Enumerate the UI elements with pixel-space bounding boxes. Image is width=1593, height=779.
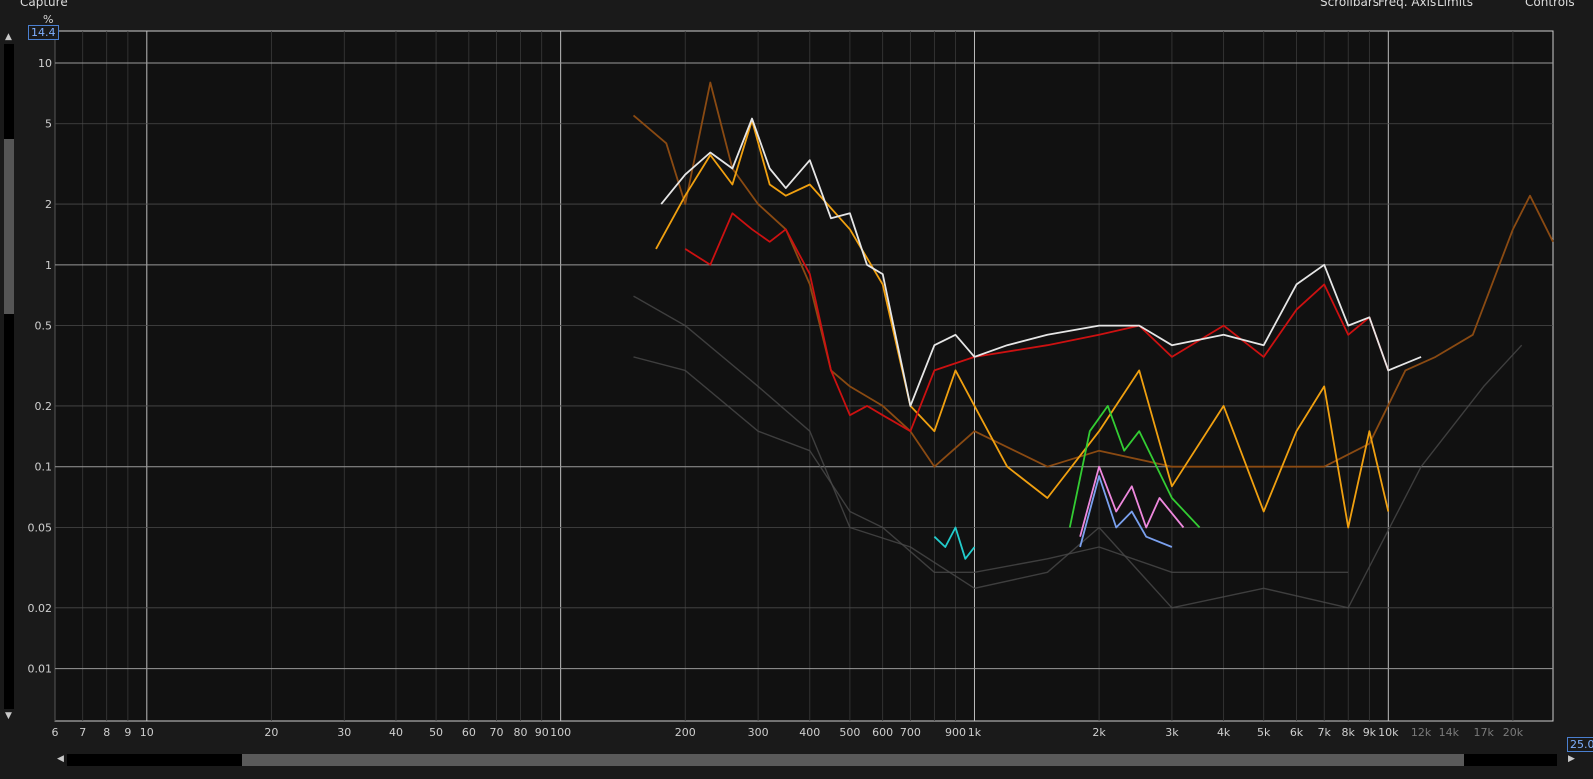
x-tick-label: 70	[490, 726, 504, 739]
x-tick-label: 8k	[1342, 726, 1356, 739]
horizontal-scrollbar[interactable]	[67, 754, 1557, 766]
x-tick-label: 4k	[1217, 726, 1231, 739]
y-tick-label: 0.02	[28, 602, 53, 615]
x-tick-label: 60	[462, 726, 476, 739]
y-tick-label: 0.01	[28, 663, 53, 676]
y-tick-label: 2	[45, 198, 52, 211]
x-tick-label: 7k	[1318, 726, 1332, 739]
y-tick-label: 0.5	[35, 320, 53, 333]
plot-area	[54, 30, 1554, 722]
x-tick-label: 8	[103, 726, 110, 739]
x-tick-label: 9k	[1363, 726, 1377, 739]
scroll-left-icon[interactable]: ◀	[57, 754, 64, 764]
x-tick-label: 50	[429, 726, 443, 739]
x-tick-label: 30	[337, 726, 351, 739]
x-tick-label: 80	[514, 726, 528, 739]
y-tick-label: 0.05	[28, 521, 53, 534]
scroll-down-icon[interactable]: ▼	[5, 711, 12, 721]
bottom-panel	[0, 770, 1593, 779]
x-tick-label: 10	[140, 726, 154, 739]
horizontal-scroll-thumb[interactable]	[242, 754, 1464, 766]
x-tick-label: 2k	[1092, 726, 1106, 739]
y-tick-label: 10	[38, 57, 52, 70]
x-tick-label: 90	[535, 726, 549, 739]
x-tick-label: 7	[79, 726, 86, 739]
vertical-scrollbar[interactable]	[4, 44, 14, 709]
x-tick-label: 100	[550, 726, 571, 739]
x-tick-label: 200	[675, 726, 696, 739]
y-tick-label: 0.1	[35, 461, 53, 474]
x-tick-label: 1k	[968, 726, 982, 739]
distortion-chart: 10 5 2 1 0.5 0.2 0.1 0.05 0.02 0.01 6 7 8 9 10 20 30 40 50…	[28, 30, 1554, 739]
x-tick-label: 12k	[1411, 726, 1432, 739]
x-tick-label: 20k	[1503, 726, 1524, 739]
vertical-scroll-thumb[interactable]	[4, 139, 14, 314]
y-axis-top-value[interactable]: 14.4	[28, 25, 59, 40]
x-tick-label: 17k	[1473, 726, 1494, 739]
x-tick-label: 600	[872, 726, 893, 739]
x-tick-label: 5k	[1257, 726, 1271, 739]
y-tick-label: 5	[45, 118, 52, 131]
x-tick-label: 14k	[1439, 726, 1460, 739]
x-tick-label: 300	[748, 726, 769, 739]
x-tick-label: 400	[799, 726, 820, 739]
x-tick-label: 6	[52, 726, 59, 739]
scroll-right-icon[interactable]: ▶	[1568, 754, 1575, 764]
x-tick-label: 900	[945, 726, 966, 739]
x-tick-label: 6k	[1290, 726, 1304, 739]
scroll-up-icon[interactable]: ▲	[5, 32, 12, 42]
y-tick-label: 0.2	[35, 400, 53, 413]
x-tick-label: 3k	[1165, 726, 1179, 739]
x-axis-max-value[interactable]: 25.0k	[1567, 737, 1593, 752]
y-tick-label: 1	[45, 259, 52, 272]
x-tick-label: 9	[124, 726, 131, 739]
x-tick-label: 40	[389, 726, 403, 739]
x-tick-label: 10k	[1378, 726, 1399, 739]
x-tick-label: 20	[264, 726, 278, 739]
x-tick-label: 700	[900, 726, 921, 739]
x-tick-label: 500	[839, 726, 860, 739]
